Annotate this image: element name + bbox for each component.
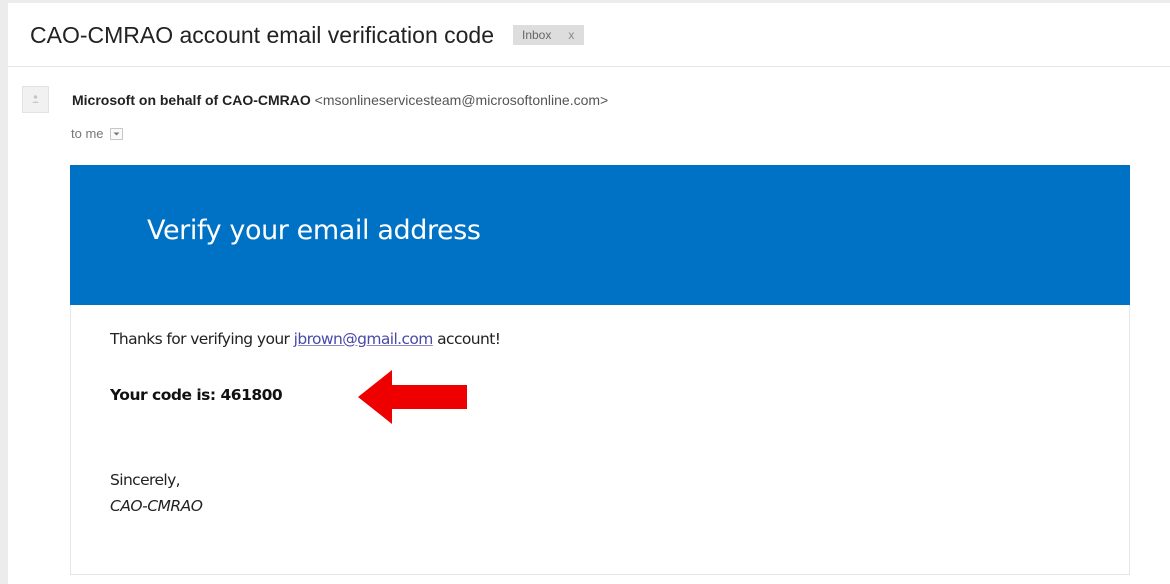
recipient-line: to me	[71, 126, 123, 141]
sender-avatar[interactable]	[22, 86, 49, 113]
email-subject: CAO-CMRAO account email verification cod…	[30, 21, 494, 48]
remove-label-button[interactable]: x	[568, 28, 574, 42]
inbox-label[interactable]: Inbox x	[513, 25, 585, 45]
person-icon	[32, 95, 39, 103]
show-details-button[interactable]	[109, 127, 123, 140]
message-card: Verify your email address Thanks for ver…	[70, 165, 1130, 575]
code-label: Your code is:	[110, 386, 221, 404]
subject-row: CAO-CMRAO account email verification cod…	[30, 18, 585, 52]
email-address-link[interactable]: jbrown@gmail.com	[294, 330, 434, 348]
banner-title: Verify your email address	[147, 215, 481, 246]
left-arrow-icon	[358, 370, 467, 424]
chevron-down-icon	[113, 132, 120, 135]
sender-name[interactable]: Microsoft on behalf of CAO-CMRAO	[72, 92, 311, 108]
header-divider	[8, 66, 1170, 67]
verification-code-line: Your code is: 461800	[110, 386, 283, 404]
verify-banner: Verify your email address	[70, 165, 1130, 305]
signature: CAO-CMRAO	[110, 497, 203, 515]
arrow-shape	[358, 370, 467, 424]
thanks-suffix: account!	[432, 330, 501, 348]
sender-line: Microsoft on behalf of CAO-CMRAO <msonli…	[72, 92, 608, 108]
thanks-prefix: Thanks for verifying your	[110, 330, 294, 348]
recipient-text: to me	[71, 126, 104, 141]
sender-address: <msonlineservicesteam@microsoftonline.co…	[314, 92, 609, 108]
email-view: CAO-CMRAO account email verification cod…	[8, 3, 1170, 584]
thanks-line: Thanks for verifying your jbrown@gmail.c…	[110, 330, 501, 348]
inbox-label-text: Inbox	[522, 28, 552, 42]
signoff: Sincerely,	[110, 471, 181, 489]
verification-code: 461800	[220, 386, 283, 404]
